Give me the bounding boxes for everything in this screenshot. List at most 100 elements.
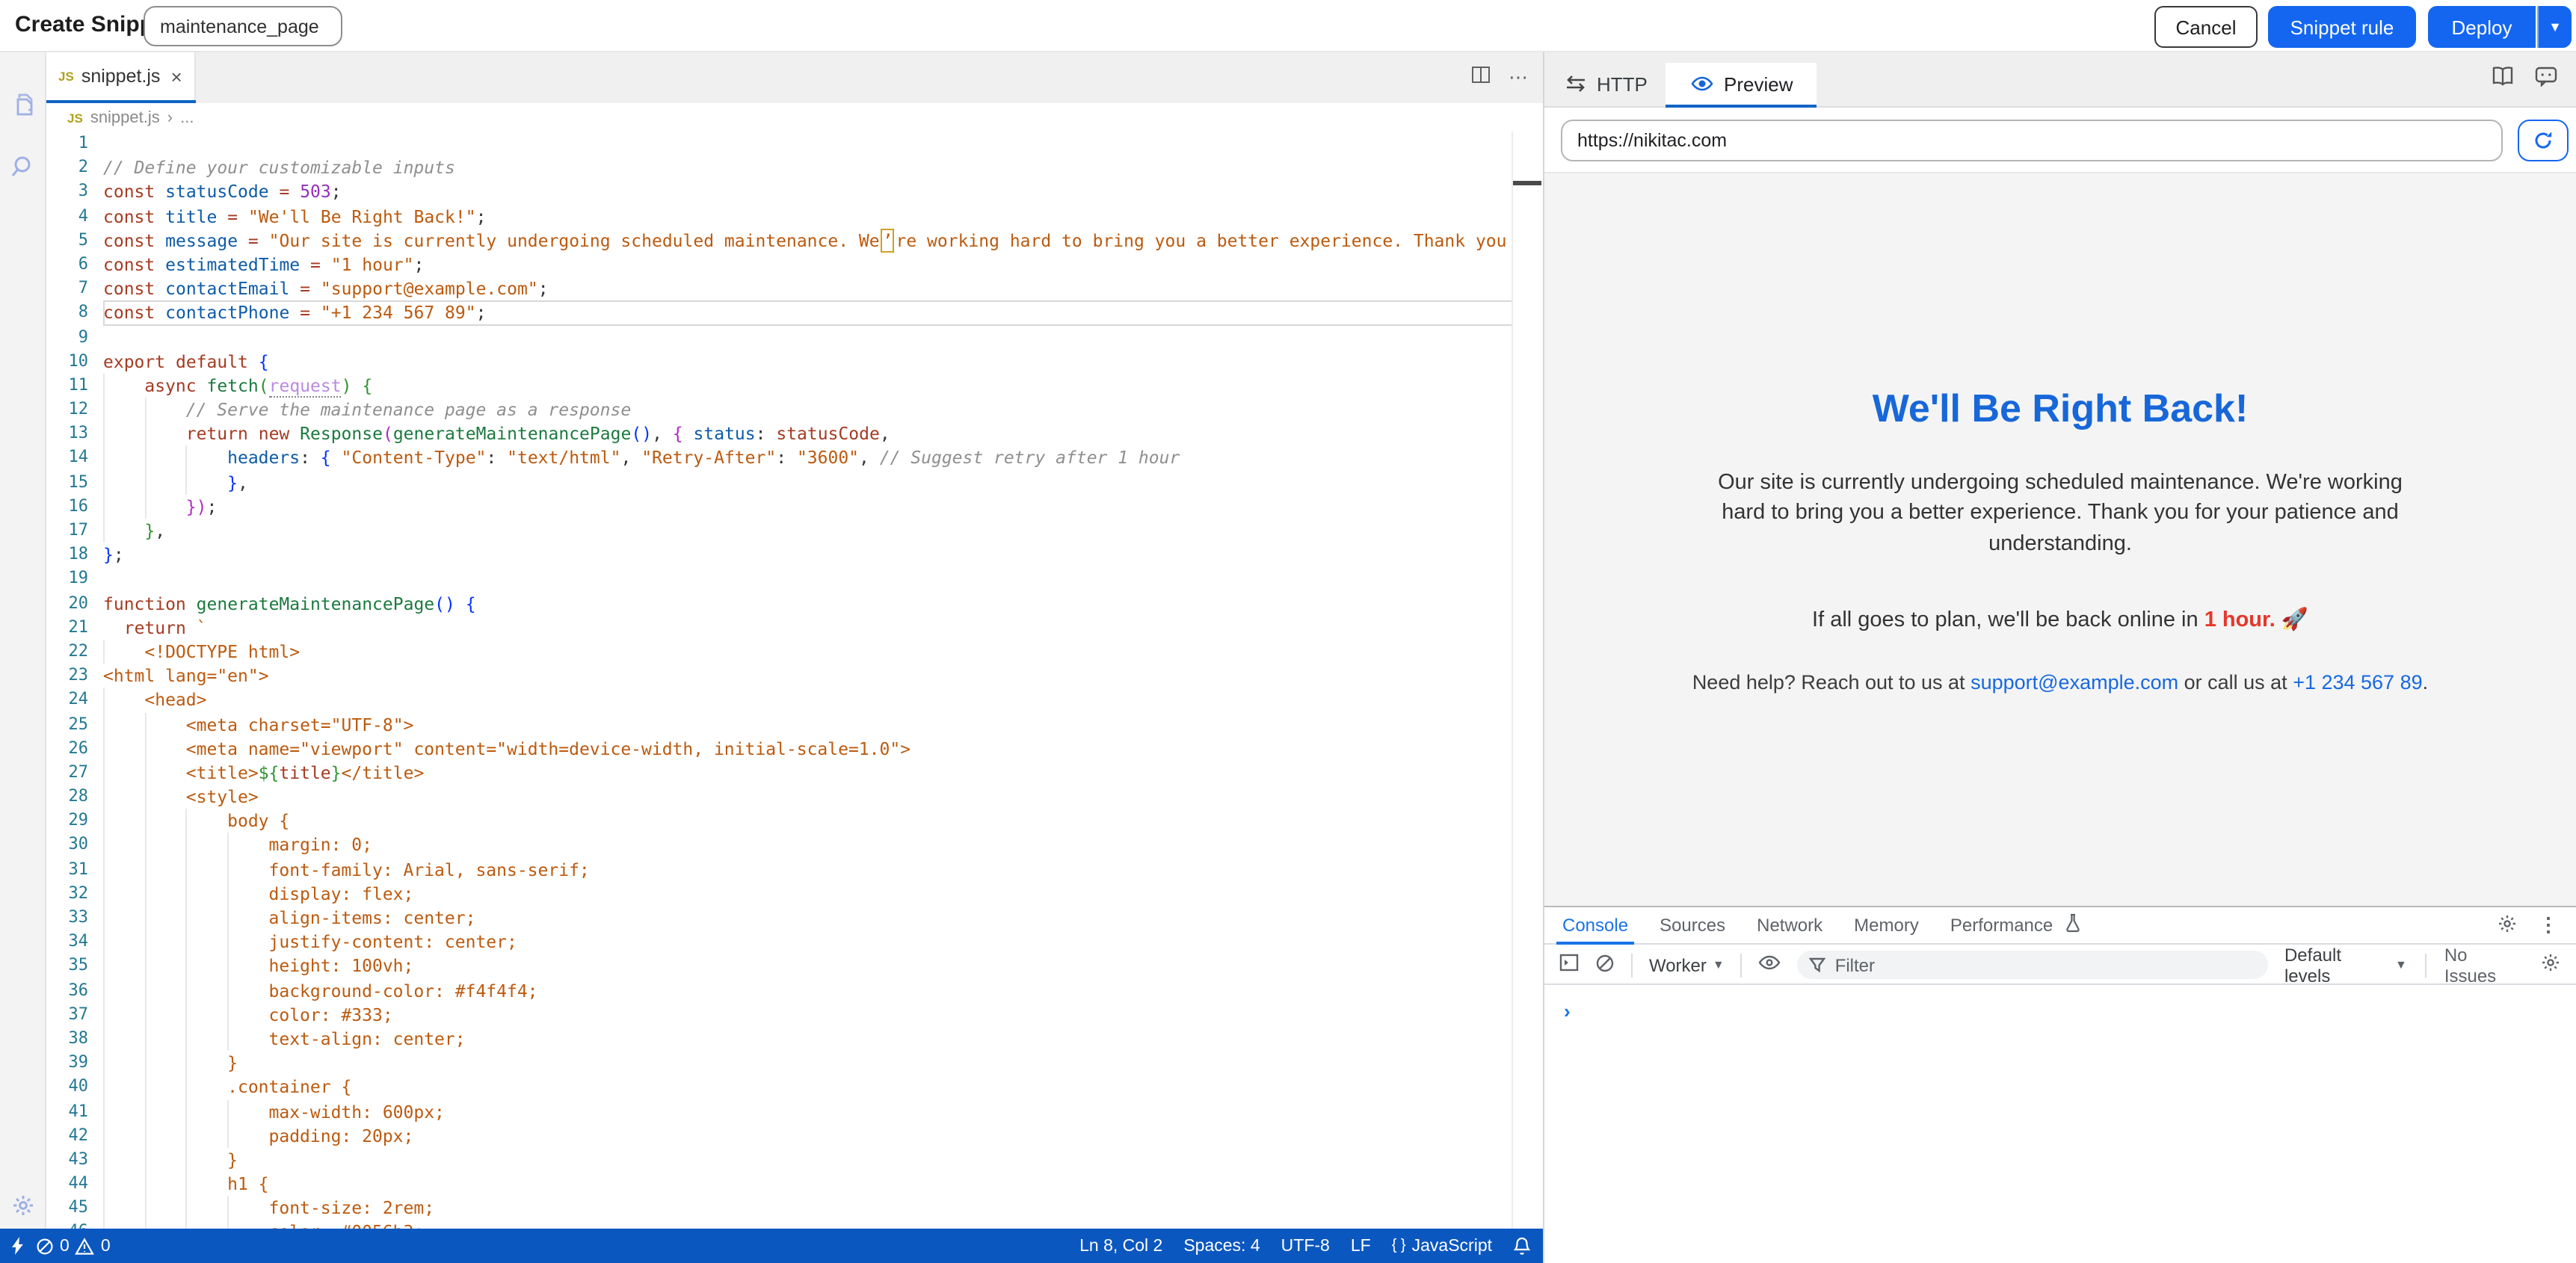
- docs-book-icon[interactable]: [2491, 66, 2515, 94]
- code-line[interactable]: 15},: [46, 470, 1543, 494]
- code-lines[interactable]: 12// Define your customizable inputs3con…: [46, 132, 1543, 1229]
- code-line[interactable]: 27<title>${title}</title>: [46, 761, 1543, 785]
- code-line[interactable]: 19: [46, 567, 1543, 591]
- code-line[interactable]: 39}: [46, 1051, 1543, 1075]
- tab-close-icon[interactable]: ×: [170, 65, 182, 87]
- context-selector[interactable]: Worker▼: [1649, 954, 1725, 975]
- live-expression-eye-icon[interactable]: [1759, 954, 1781, 976]
- line-number: 31: [46, 857, 88, 881]
- code-line[interactable]: 45font-size: 2rem;: [46, 1196, 1543, 1220]
- deploy-button[interactable]: Deploy: [2428, 6, 2536, 48]
- editor-more-actions-icon[interactable]: ⋯: [1509, 66, 1528, 90]
- code-line[interactable]: 26<meta name="viewport" content="width=d…: [46, 736, 1543, 760]
- code-line[interactable]: 2// Define your customizable inputs: [46, 155, 1543, 179]
- devtools-tab-console[interactable]: Console: [1562, 907, 1628, 944]
- refresh-button[interactable]: [2518, 120, 2569, 161]
- code-line[interactable]: 34justify-content: center;: [46, 930, 1543, 954]
- files-icon[interactable]: [9, 91, 37, 120]
- code-line[interactable]: 37color: #333;: [46, 1003, 1543, 1027]
- code-line[interactable]: 5const message = "Our site is currently …: [46, 229, 1543, 253]
- code-line[interactable]: 8const contactPhone = "+1 234 567 89";: [46, 301, 1543, 325]
- code-line[interactable]: 46color: #0056b3;: [46, 1220, 1543, 1229]
- editor-scrollbar[interactable]: [1512, 132, 1543, 1229]
- search-icon[interactable]: [9, 152, 37, 181]
- devtools-tabbar: Console Sources Network Memory Performance ⋮: [1544, 907, 2576, 945]
- code-line[interactable]: 17},: [46, 519, 1543, 543]
- code-line[interactable]: 29body {: [46, 809, 1543, 833]
- remote-indicator-icon[interactable]: [9, 1236, 27, 1256]
- devtools-settings-gear-icon[interactable]: [2497, 912, 2518, 938]
- code-line[interactable]: 35height: 100vh;: [46, 954, 1543, 978]
- code-line[interactable]: 22<!DOCTYPE html>: [46, 640, 1543, 664]
- cancel-button[interactable]: Cancel: [2154, 6, 2258, 48]
- code-line[interactable]: 25<meta charset="UTF-8">: [46, 712, 1543, 736]
- code-line[interactable]: 3const statusCode = 503;: [46, 180, 1543, 204]
- code-line[interactable]: 40.container {: [46, 1075, 1543, 1099]
- code-line[interactable]: 11async fetch(request) {: [46, 374, 1543, 398]
- eol-sequence[interactable]: LF: [1351, 1237, 1371, 1255]
- code-line[interactable]: 14headers: { "Content-Type": "text/html"…: [46, 446, 1543, 470]
- devtools-tab-sources[interactable]: Sources: [1660, 907, 1725, 944]
- support-email-link[interactable]: support@example.com: [1970, 672, 2178, 694]
- code-line[interactable]: 4const title = "We'll Be Right Back!";: [46, 204, 1543, 228]
- code-line[interactable]: 44h1 {: [46, 1172, 1543, 1196]
- clear-console-icon[interactable]: [1595, 953, 1615, 977]
- code-line[interactable]: 28<style>: [46, 785, 1543, 809]
- code-line[interactable]: 10export default {: [46, 349, 1543, 373]
- code-line[interactable]: 36background-color: #f4f4f4;: [46, 978, 1543, 1002]
- encoding[interactable]: UTF-8: [1281, 1237, 1330, 1255]
- preview-url-row: [1544, 108, 2576, 173]
- code-line[interactable]: 6const estimatedTime = "1 hour";: [46, 253, 1543, 277]
- devtools-tab-performance[interactable]: Performance: [1950, 907, 2053, 944]
- cursor-position[interactable]: Ln 8, Col 2: [1079, 1237, 1162, 1255]
- tab-preview[interactable]: Preview: [1691, 63, 1793, 105]
- console-settings-gear-icon[interactable]: [2540, 952, 2561, 978]
- console-prompt[interactable]: ›: [1564, 1000, 1571, 1022]
- code-line[interactable]: 23<html lang="en">: [46, 664, 1543, 688]
- notifications-bell-icon[interactable]: [1513, 1236, 1531, 1256]
- code-line[interactable]: 9: [46, 325, 1543, 349]
- breadcrumb[interactable]: JS snippet.js › ...: [46, 103, 1543, 132]
- line-number: 20: [46, 591, 88, 615]
- code-line[interactable]: 31font-family: Arial, sans-serif;: [46, 857, 1543, 881]
- log-levels-dropdown[interactable]: Default levels▼: [2284, 944, 2407, 986]
- code-line[interactable]: 41max-width: 600px;: [46, 1099, 1543, 1123]
- split-editor-icon[interactable]: [1471, 64, 1491, 91]
- code-line[interactable]: 18};: [46, 543, 1543, 566]
- console-filter-input[interactable]: Filter: [1798, 951, 2268, 979]
- code-line[interactable]: 32display: flex;: [46, 882, 1543, 906]
- code-line[interactable]: 21 return `: [46, 616, 1543, 640]
- preview-url-input[interactable]: [1561, 120, 2503, 161]
- phone-link[interactable]: +1 234 567 89: [2293, 672, 2422, 694]
- snippet-rule-button[interactable]: Snippet rule: [2268, 6, 2416, 48]
- code-line[interactable]: 13return new Response(generateMaintenanc…: [46, 422, 1543, 446]
- line-number: 36: [46, 978, 88, 1002]
- tab-snippet-js[interactable]: JS snippet.js ×: [46, 52, 196, 100]
- line-number: 13: [46, 422, 88, 446]
- errors-warnings[interactable]: 0 0: [36, 1237, 111, 1255]
- indentation[interactable]: Spaces: 4: [1183, 1237, 1260, 1255]
- snippet-name-input[interactable]: [144, 6, 342, 46]
- deploy-dropdown-button[interactable]: ▼: [2537, 6, 2572, 48]
- console-sidebar-icon[interactable]: [1559, 954, 1579, 976]
- code-line[interactable]: 42padding: 20px;: [46, 1123, 1543, 1147]
- issues-counter[interactable]: No Issues: [2444, 944, 2522, 986]
- devtools-tab-memory[interactable]: Memory: [1854, 907, 1919, 944]
- language-mode[interactable]: { } JavaScript: [1392, 1237, 1492, 1255]
- code-line[interactable]: 38text-align: center;: [46, 1027, 1543, 1051]
- code-line[interactable]: 1: [46, 132, 1543, 155]
- code-line[interactable]: 43}: [46, 1148, 1543, 1172]
- code-line[interactable]: 7const contactEmail = "support@example.c…: [46, 277, 1543, 300]
- code-line[interactable]: 20function generateMaintenancePage() {: [46, 591, 1543, 615]
- code-line[interactable]: 24<head>: [46, 688, 1543, 712]
- settings-gear-icon[interactable]: [9, 1191, 37, 1220]
- devtools-tab-network[interactable]: Network: [1757, 907, 1822, 944]
- code-line[interactable]: 30margin: 0;: [46, 833, 1543, 857]
- devtools-kebab-menu-icon[interactable]: ⋮: [2539, 913, 2558, 937]
- tab-http[interactable]: HTTP: [1565, 63, 1648, 105]
- code-line[interactable]: 16});: [46, 495, 1543, 519]
- code-line[interactable]: 12// Serve the maintenance page as a res…: [46, 398, 1543, 421]
- discord-chat-icon[interactable]: [2534, 66, 2558, 94]
- top-header: Create Snippet Cancel Snippet rule Deplo…: [0, 0, 2576, 52]
- code-line[interactable]: 33align-items: center;: [46, 906, 1543, 930]
